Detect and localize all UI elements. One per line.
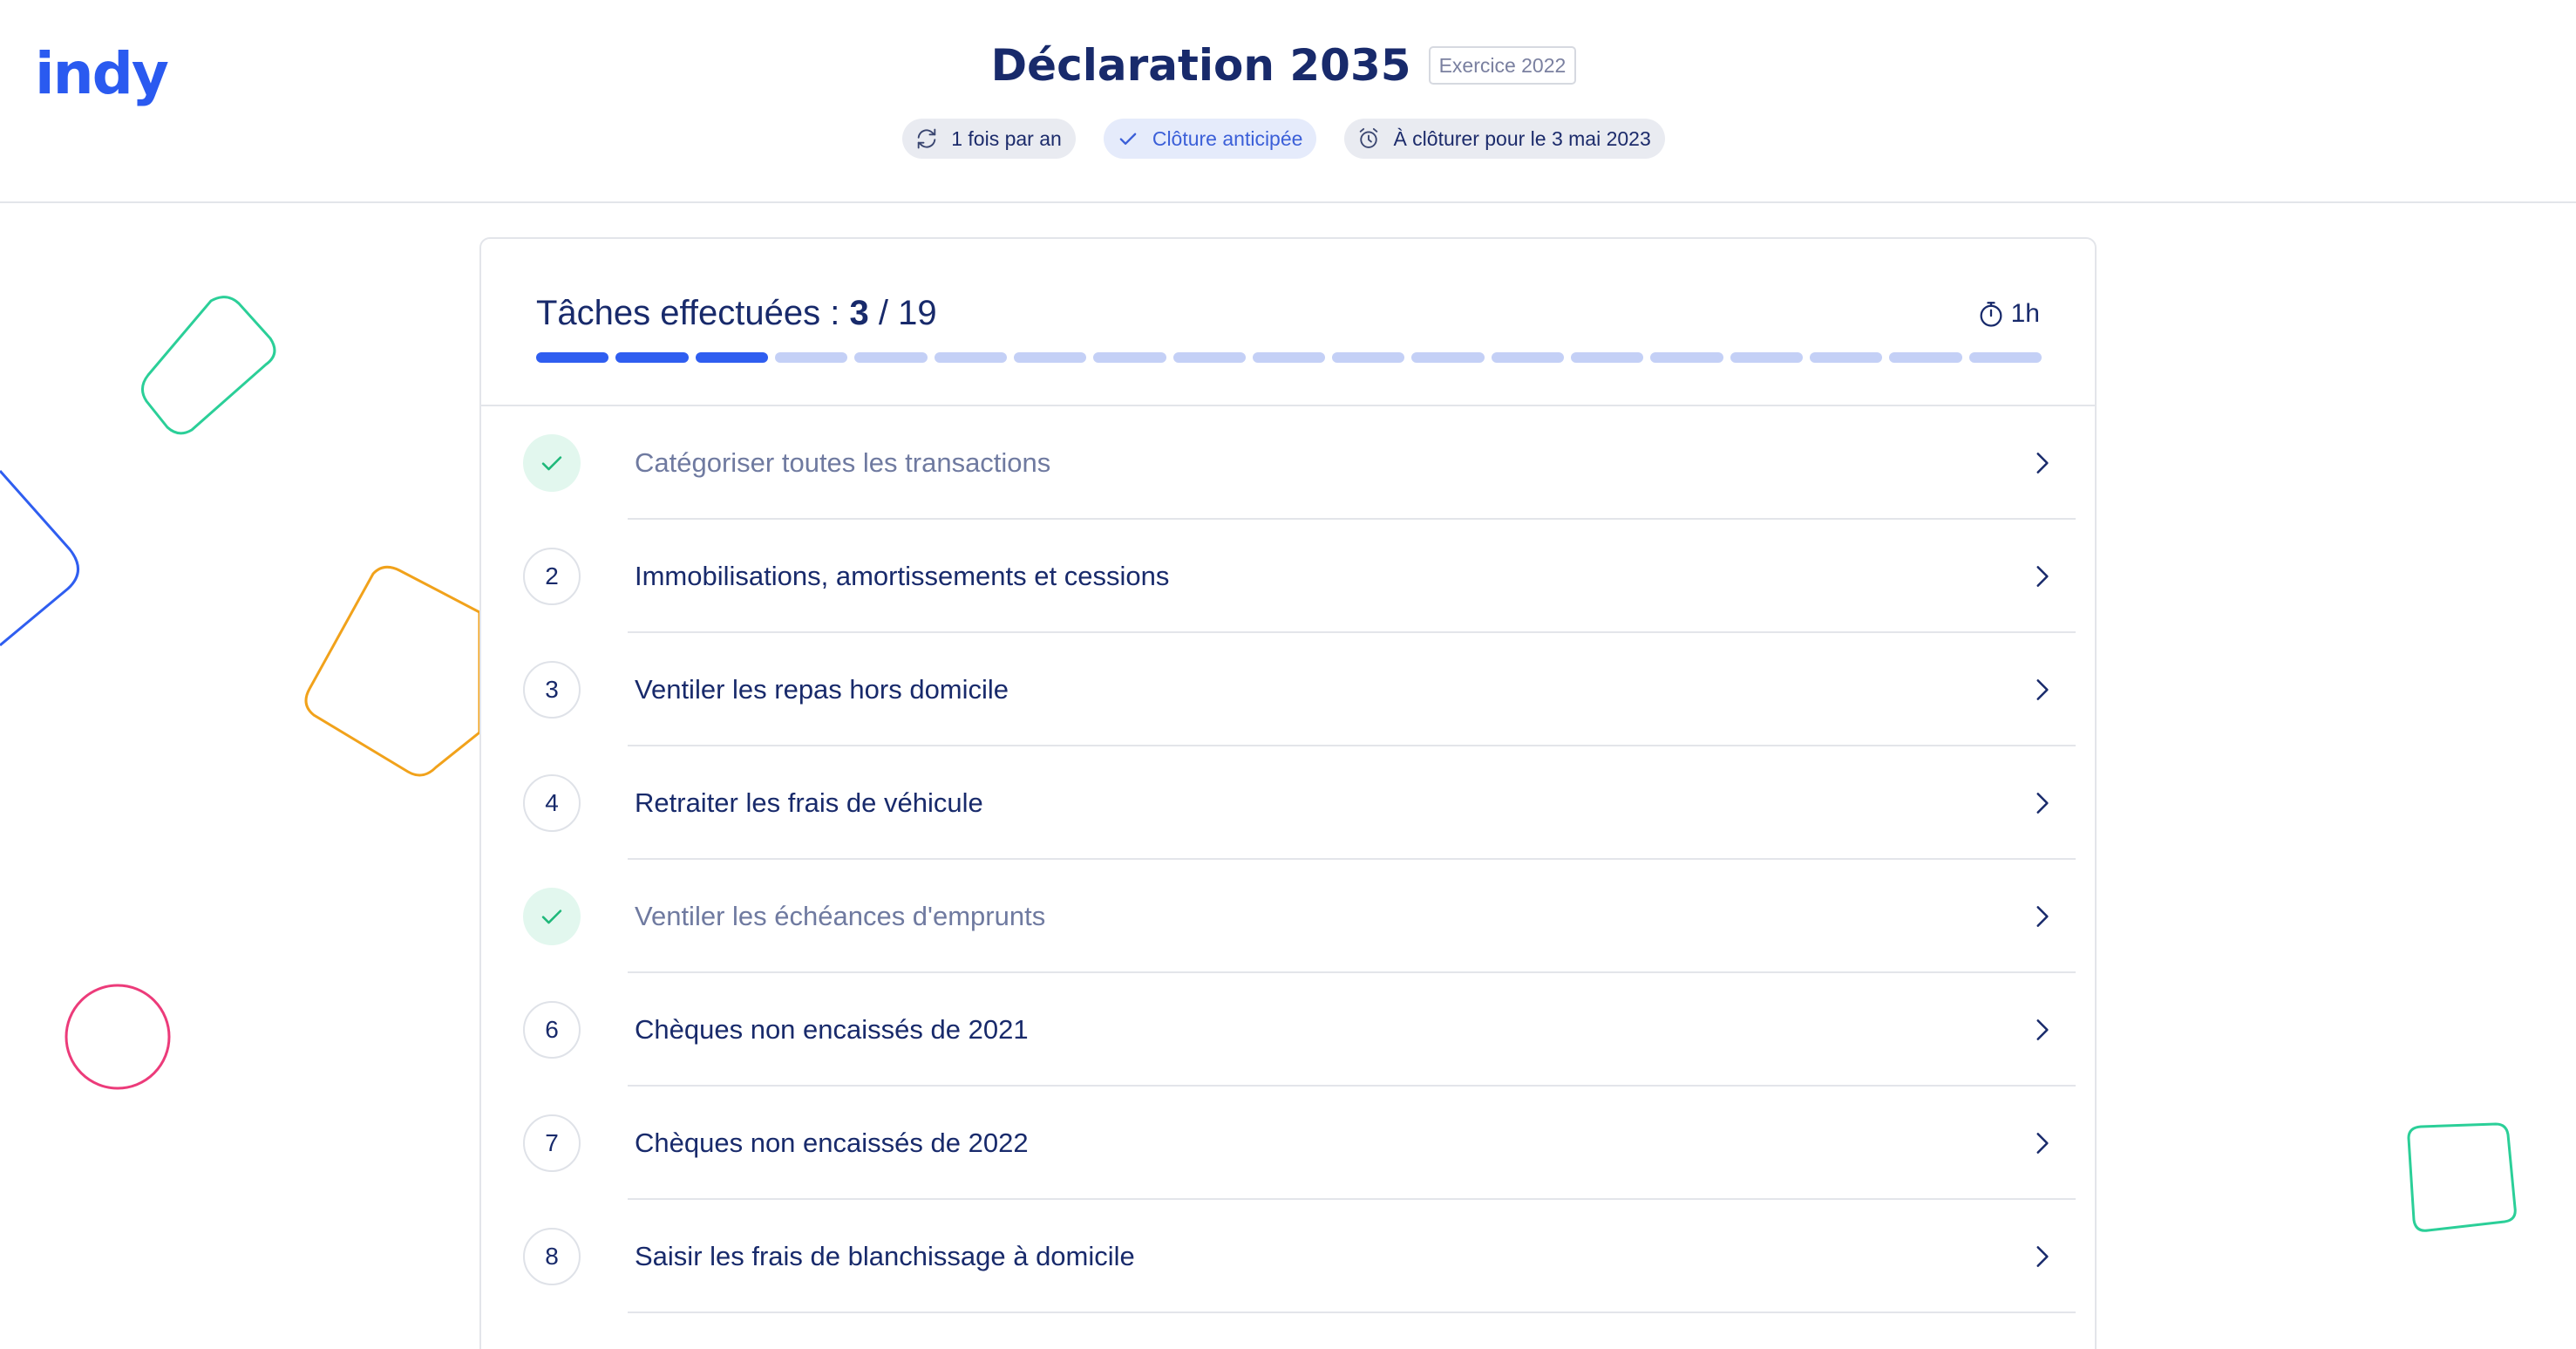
progress-segment (1650, 352, 1723, 363)
task-label: Catégoriser toutes les transactions (635, 447, 1051, 478)
stopwatch-icon (1980, 302, 2002, 327)
task-label: Chèques non encaissés de 2021 (635, 1014, 1029, 1045)
task-list: Catégoriser toutes les transactions 2 Immo… (481, 406, 2095, 1313)
task-row[interactable]: Catégoriser toutes les transactions (481, 406, 2095, 520)
task-number: 6 (523, 1001, 581, 1059)
task-row[interactable]: 4 Retraiter les frais de véhicule (481, 746, 2095, 860)
progress-segment (615, 352, 689, 363)
task-label: Saisir les frais de blanchissage à domic… (635, 1241, 1135, 1271)
progress-segment (854, 352, 928, 363)
chevron-right-icon[interactable] (2027, 675, 2056, 705)
progress-segment (1093, 352, 1166, 363)
title-row: Déclaration 2035 Exercice 2022 (0, 35, 2576, 96)
teal-rounded-square-shape (2407, 1122, 2517, 1232)
progress-segment (774, 352, 848, 363)
progress-segment (695, 352, 768, 363)
task-number: 2 (523, 548, 581, 605)
header-chips: 1 fois par an Clôture anticipée À clôtur… (0, 119, 2576, 159)
progress-segment (1968, 352, 2042, 363)
task-label: Ventiler les échéances d'emprunts (635, 901, 1046, 931)
task-row[interactable]: 3 Ventiler les repas hors domicile (481, 633, 2095, 746)
task-row[interactable]: 2 Immobilisations, amortissements et cess… (481, 520, 2095, 633)
task-done-check-icon (523, 888, 581, 945)
task-row[interactable]: Ventiler les échéances d'emprunts (481, 860, 2095, 973)
alarm-clock-icon (1360, 127, 1378, 148)
deadline-chip: À clôturer pour le 3 mai 2023 (1344, 119, 1665, 159)
estimated-duration: 1h (1976, 296, 2040, 331)
duration-label: 1h (2010, 299, 2040, 328)
chevron-right-icon[interactable] (2027, 1128, 2056, 1158)
progress-label: Tâches effectuées : (536, 294, 840, 332)
tasks-card: Tâches effectuées : 3 / 19 1h Catégorise… (479, 237, 2097, 1349)
progress-segment (1411, 352, 1485, 363)
blue-rounded-shape (0, 470, 79, 647)
chevron-right-icon[interactable] (2027, 562, 2056, 591)
task-number: 3 (523, 661, 581, 719)
task-row[interactable]: 6 Chèques non encaissés de 2021 (481, 973, 2095, 1087)
orange-rounded-square-shape (304, 565, 481, 777)
task-label: Retraiter les frais de véhicule (635, 787, 983, 818)
progress-title: Tâches effectuées : 3 / 19 (536, 291, 937, 335)
chevron-right-icon[interactable] (2027, 448, 2056, 478)
task-label: Ventiler les repas hors domicile (635, 674, 1009, 705)
progress-segment (536, 352, 609, 363)
check-icon (1119, 133, 1137, 145)
refresh-icon (917, 128, 936, 149)
progress-header: Tâches effectuées : 3 / 19 1h (481, 239, 2095, 406)
row-divider (628, 1312, 2076, 1313)
progress-segment (1172, 352, 1246, 363)
task-row[interactable]: 8 Saisir les frais de blanchissage à domi… (481, 1200, 2095, 1313)
task-label: Chèques non encaissés de 2022 (635, 1128, 1029, 1158)
frequency-chip-label: 1 fois par an (951, 126, 1062, 150)
task-number: 7 (523, 1114, 581, 1172)
progress-segment (1889, 352, 1962, 363)
progress-total: 19 (898, 294, 937, 332)
page-title: Déclaration 2035 (990, 40, 1411, 91)
chevron-right-icon[interactable] (2027, 902, 2056, 931)
task-row[interactable]: 7 Chèques non encaissés de 2022 (481, 1087, 2095, 1200)
task-number: 8 (523, 1228, 581, 1285)
chevron-right-icon[interactable] (2027, 1015, 2056, 1045)
chevron-right-icon[interactable] (2027, 788, 2056, 818)
progress-separator: / (878, 294, 888, 332)
pink-circle-shape (65, 984, 171, 1090)
early-closing-chip: Clôture anticipée (1103, 119, 1317, 159)
progress-segment (1491, 352, 1565, 363)
progress-segment (1810, 352, 1883, 363)
progress-done: 3 (849, 294, 869, 332)
early-closing-chip-label: Clôture anticipée (1152, 126, 1303, 150)
progress-segment (934, 352, 1007, 363)
progress-segment (1013, 352, 1087, 363)
progress-bar (536, 352, 2042, 363)
frequency-chip: 1 fois par an (902, 119, 1076, 159)
progress-segment (1730, 352, 1803, 363)
deadline-chip-label: À clôturer pour le 3 mai 2023 (1393, 126, 1651, 150)
chevron-right-icon[interactable] (2027, 1242, 2056, 1271)
progress-segment (1571, 352, 1644, 363)
task-done-check-icon (523, 434, 581, 492)
task-number: 4 (523, 774, 581, 832)
top-header: indy Déclaration 2035 Exercice 2022 1 fo… (0, 0, 2576, 203)
task-label: Immobilisations, amortissements et cessi… (635, 561, 1170, 591)
green-rounded-square-shape (141, 296, 276, 435)
exercise-tag: Exercice 2022 (1428, 46, 1577, 85)
progress-segment (1252, 352, 1326, 363)
progress-segment (1332, 352, 1405, 363)
